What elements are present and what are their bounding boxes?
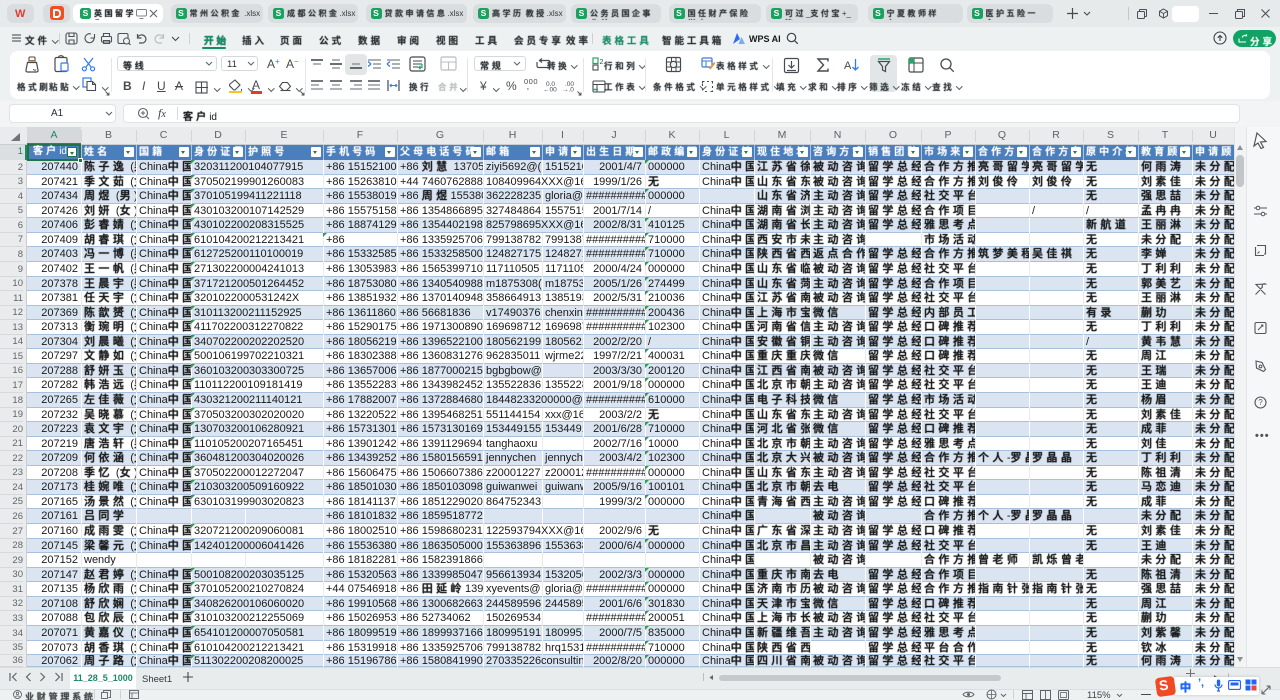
svg-text:←00: ←00 xyxy=(543,87,557,93)
svg-text:?: ? xyxy=(1258,398,1263,407)
svg-text:2: 2 xyxy=(600,59,604,66)
svg-text:→.0: →.0 xyxy=(562,87,574,93)
svg-text:A: A xyxy=(844,60,852,72)
